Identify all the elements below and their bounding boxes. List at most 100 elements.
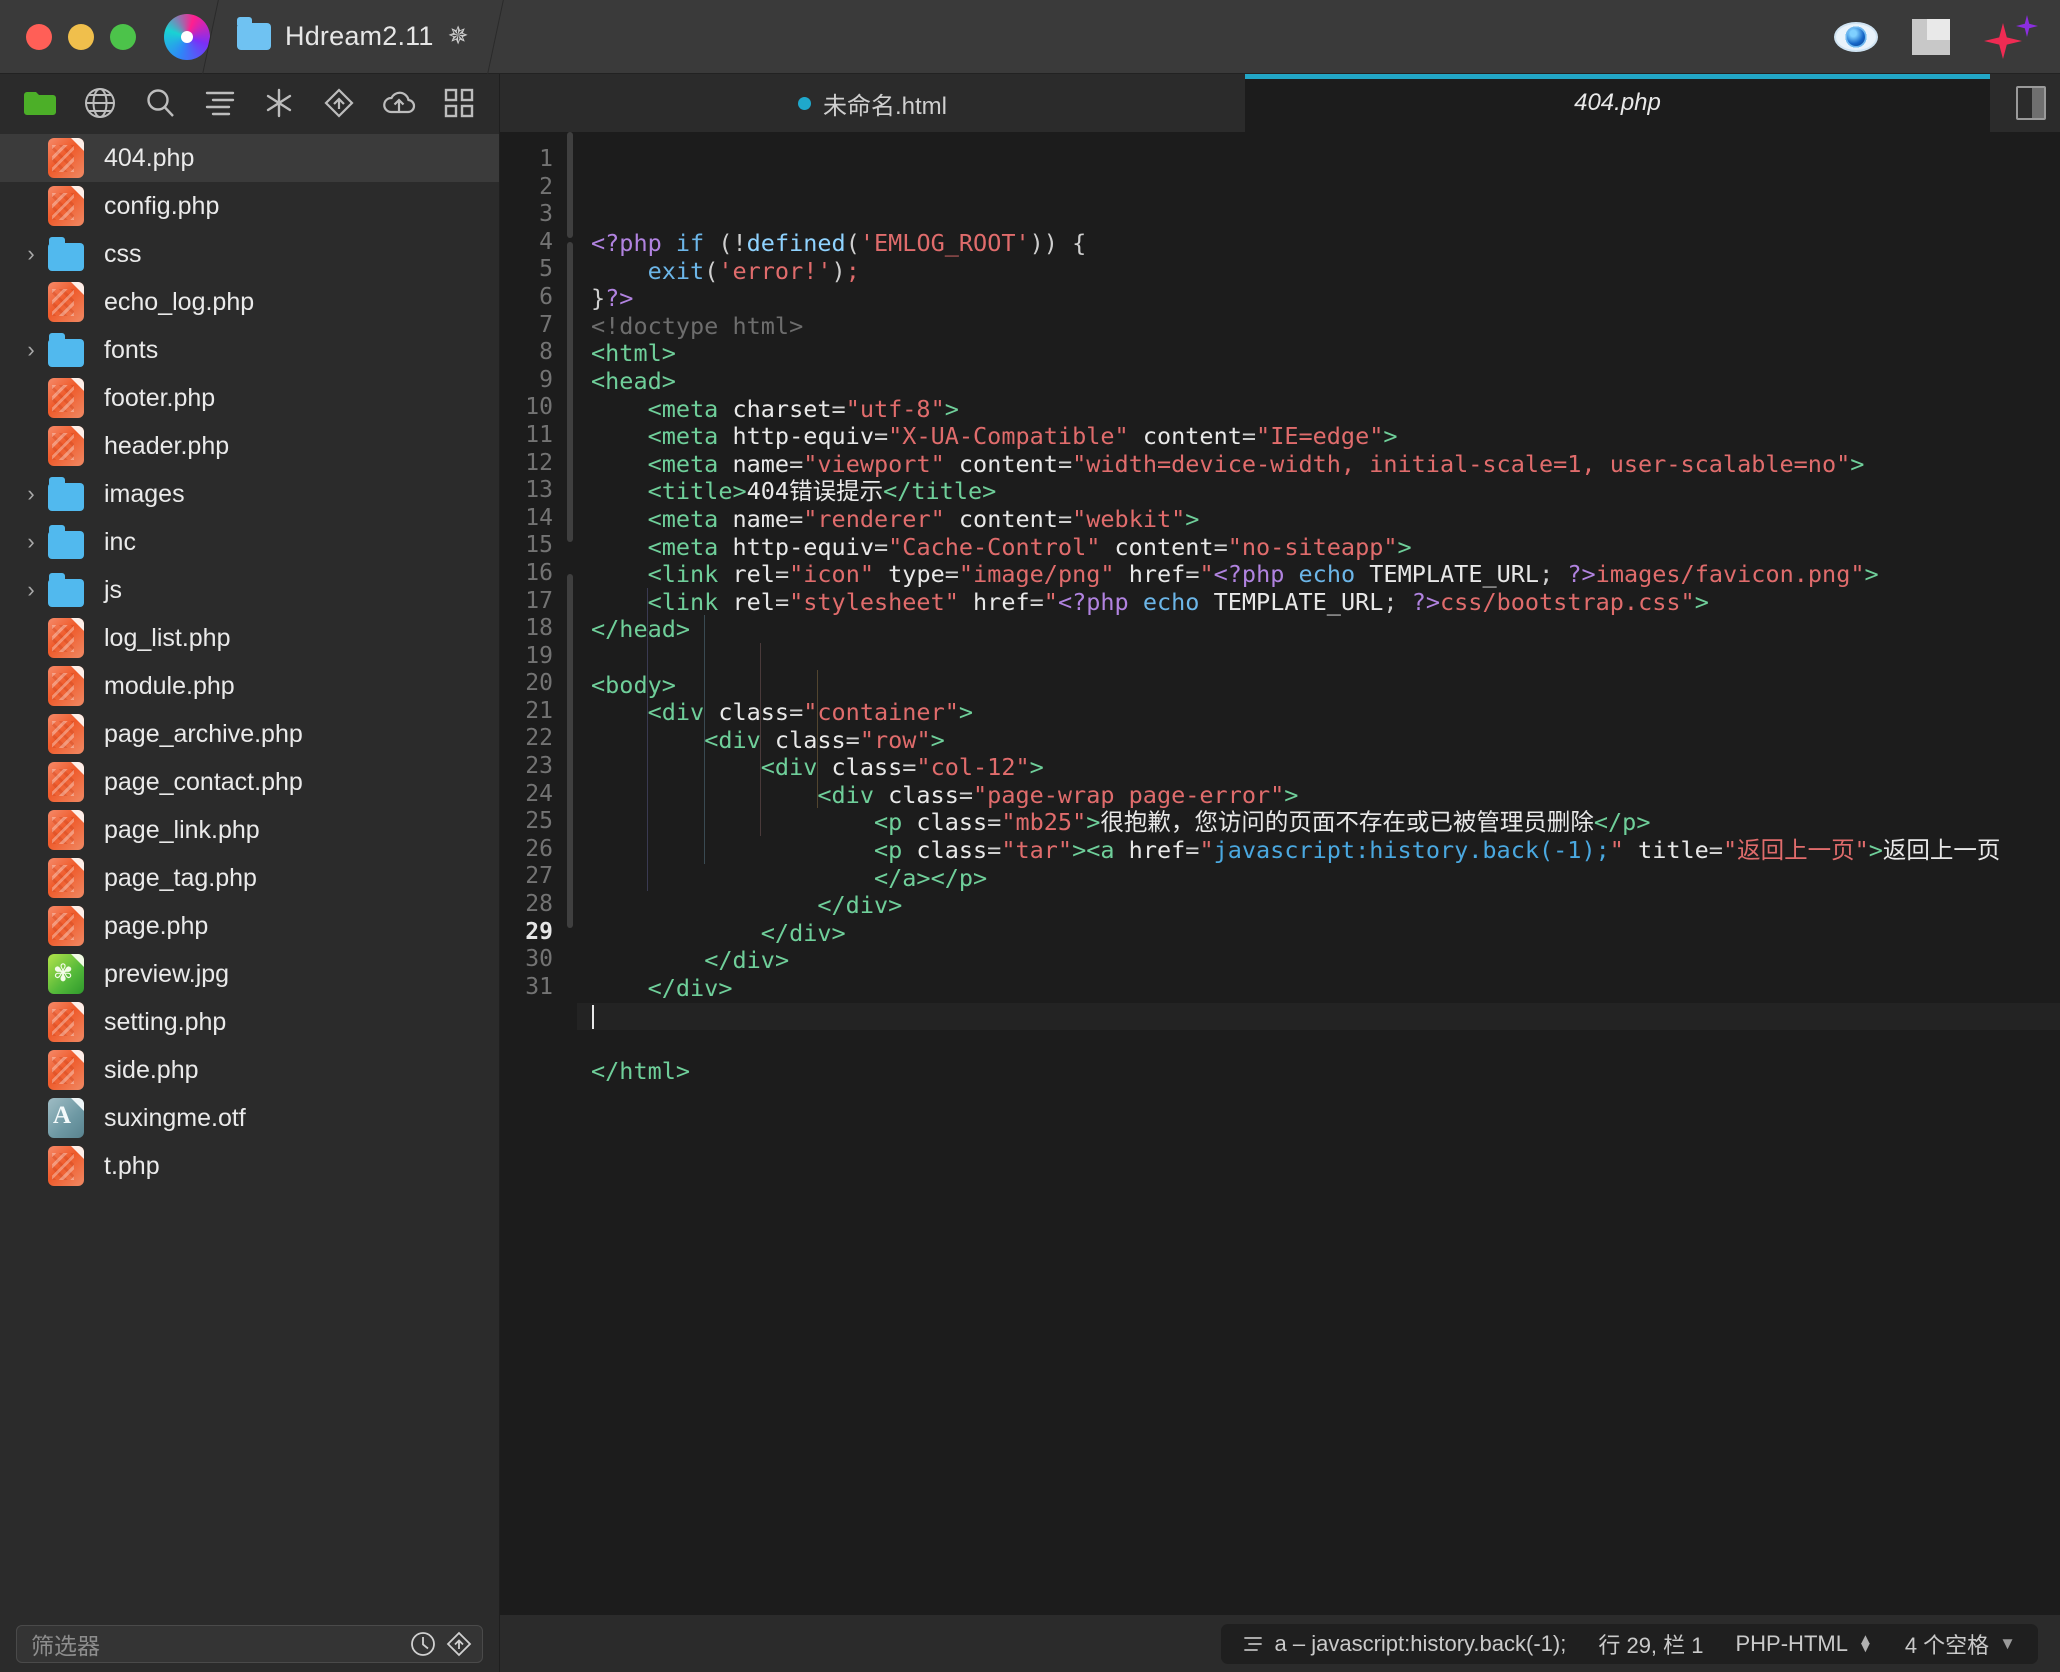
code-line[interactable]: <body> — [577, 671, 2060, 700]
file-tree-item[interactable]: ›header.php — [0, 422, 499, 470]
code-line[interactable]: <link rel="stylesheet" href="<?php echo … — [577, 588, 2060, 617]
language-selector[interactable]: PHP-HTML ▲ ▼ — [1720, 1631, 1889, 1657]
file-tree-item[interactable]: ›config.php — [0, 182, 499, 230]
file-tree-item[interactable]: ›page_contact.php — [0, 758, 499, 806]
code-line[interactable]: <p class="tar"><a href="javascript:histo… — [577, 836, 2060, 865]
code-line[interactable]: </div> — [577, 919, 2060, 948]
ai-sparkle-icon[interactable] — [1984, 15, 2038, 59]
close-window-button[interactable] — [26, 23, 52, 50]
code-line[interactable]: }?> — [577, 284, 2060, 313]
code-line[interactable]: <html> — [577, 340, 2060, 368]
file-tree-item[interactable]: ›t.php — [0, 1142, 499, 1190]
file-tree-item[interactable]: ›suxingme.otf — [0, 1094, 499, 1142]
chevron-right-icon[interactable]: › — [14, 481, 48, 507]
grid-icon[interactable] — [429, 74, 489, 132]
code-line[interactable]: <meta name="viewport" content="width=dev… — [577, 450, 2060, 479]
code-line[interactable] — [577, 1085, 2060, 1113]
code-viewport[interactable]: 1 2 3 4 5 6 7 8 9 10 11 12 13 14 15 16 17 18 19 20 21 22 23 24 2… — [500, 132, 2060, 1615]
image-file-icon — [48, 954, 88, 994]
code-line[interactable]: </a></p> — [577, 864, 2060, 893]
file-tree-item[interactable]: ›page_archive.php — [0, 710, 499, 758]
file-tree-item[interactable]: › inc — [0, 518, 499, 566]
code-line[interactable]: </div> — [577, 891, 2060, 920]
code-line[interactable] — [577, 1002, 2060, 1031]
code-line[interactable]: <p class="mb25">很抱歉，您访问的页面不存在或已被管理员删除</p… — [577, 809, 2060, 837]
file-tree-item[interactable]: ›footer.php — [0, 374, 499, 422]
globe-icon[interactable] — [70, 74, 130, 132]
fold-region-bar[interactable] — [567, 132, 573, 239]
cursor-position[interactable]: 行 29, 栏 1 — [1582, 1628, 1719, 1660]
indent-selector[interactable]: 4 个空格 ▼ — [1889, 1628, 2032, 1660]
file-tree-item[interactable]: ›module.php — [0, 662, 499, 710]
maximize-window-button[interactable] — [110, 23, 136, 50]
code-line[interactable]: <title>404错误提示</title> — [577, 478, 2060, 506]
fold-region-bar[interactable] — [567, 242, 573, 542]
code-line[interactable]: <div class="row"> — [577, 726, 2060, 755]
file-tree-item[interactable]: ›preview.jpg — [0, 950, 499, 998]
line-number: 22 — [525, 725, 553, 752]
chevron-right-icon[interactable]: › — [14, 241, 48, 267]
code-line[interactable]: </div> — [577, 974, 2060, 1003]
file-tree-item[interactable]: ›setting.php — [0, 998, 499, 1046]
code-line[interactable]: <!doctype html> — [577, 312, 2060, 341]
cloud-upload-icon[interactable] — [369, 74, 429, 132]
code-line[interactable]: exit('error!'); — [577, 257, 2060, 286]
folder-icon[interactable] — [10, 74, 70, 132]
code-line[interactable]: <meta name="renderer" content="webkit"> — [577, 505, 2060, 534]
code-line[interactable] — [577, 1030, 2060, 1058]
file-tree-item[interactable]: ›page_link.php — [0, 806, 499, 854]
fold-region-bar[interactable] — [567, 573, 573, 929]
code-line[interactable]: <head> — [577, 367, 2060, 396]
outline-icon[interactable] — [190, 74, 250, 132]
file-tree-item[interactable]: ›side.php — [0, 1046, 499, 1094]
file-tree-item[interactable]: › js — [0, 566, 499, 614]
breadcrumb[interactable]: a – javascript:history.back(-1); — [1227, 1631, 1583, 1657]
file-tree-item[interactable]: ›page_tag.php — [0, 854, 499, 902]
clock-history-icon[interactable] — [410, 1631, 436, 1657]
right-panel-toggle-icon — [2016, 86, 2046, 120]
php-file-icon — [48, 714, 88, 754]
code-line[interactable]: <?php if (!defined('EMLOG_ROOT')) { — [577, 229, 2060, 258]
code-line[interactable]: </head> — [577, 616, 2060, 644]
file-tree[interactable]: ›404.php›config.php›css›echo_log.php›fon… — [0, 132, 499, 1615]
chevron-right-icon[interactable]: › — [14, 337, 48, 363]
file-tree-item[interactable]: ›echo_log.php — [0, 278, 499, 326]
tab-404-php[interactable]: 404.php — [1245, 74, 1990, 132]
search-icon[interactable] — [130, 74, 190, 132]
minimize-window-button[interactable] — [68, 23, 94, 50]
split-layout-icon[interactable] — [1912, 19, 1950, 55]
tab-untitled-html[interactable]: 未命名.html — [500, 74, 1245, 132]
code-line[interactable]: <meta http-equiv="X-UA-Compatible" conte… — [577, 422, 2060, 451]
code-line[interactable]: </div> — [577, 947, 2060, 975]
file-tree-item[interactable]: › images — [0, 470, 499, 518]
code-line[interactable] — [577, 644, 2060, 672]
file-tree-item[interactable]: ›page.php — [0, 902, 499, 950]
file-tree-item[interactable]: ›404.php — [0, 134, 499, 182]
code-line[interactable]: <div class="page-wrap page-error"> — [577, 781, 2060, 810]
file-name: log_list.php — [104, 623, 231, 652]
code-line[interactable]: <div class="col-12"> — [577, 753, 2060, 782]
code-line[interactable]: <div class="container"> — [577, 698, 2060, 727]
file-tree-item[interactable]: › css — [0, 230, 499, 278]
eye-preview-icon[interactable] — [1834, 22, 1878, 52]
code-line[interactable]: <link rel="icon" type="image/png" href="… — [577, 560, 2060, 589]
code-line[interactable]: <meta charset="utf-8"> — [577, 395, 2060, 424]
filter-input[interactable]: 筛选器 — [16, 1624, 483, 1663]
code-line[interactable]: <meta http-equiv="Cache-Control" content… — [577, 533, 2060, 562]
line-number: 28 — [525, 891, 553, 918]
right-panel-toggle-button[interactable] — [2002, 74, 2060, 132]
project-chip[interactable]: Hdream2.11 ✵ — [211, 0, 495, 74]
git-filter-icon[interactable] — [446, 1631, 472, 1657]
file-tree-item[interactable]: ›log_list.php — [0, 614, 499, 662]
git-branch-icon[interactable] — [309, 74, 369, 132]
file-name: page.php — [104, 911, 209, 940]
code-line[interactable]: </html> — [577, 1057, 2060, 1086]
chevron-right-icon[interactable]: › — [14, 529, 48, 555]
code-content[interactable]: <?php if (!defined('EMLOG_ROOT')) { exit… — [577, 132, 2060, 1615]
sun-icon[interactable]: ✵ — [448, 24, 469, 49]
code-fold-column[interactable] — [563, 132, 577, 1615]
file-tree-item[interactable]: › fonts — [0, 326, 499, 374]
line-number: 2 — [539, 173, 553, 200]
chevron-right-icon[interactable]: › — [14, 577, 48, 603]
snippet-asterisk-icon[interactable] — [250, 74, 310, 132]
